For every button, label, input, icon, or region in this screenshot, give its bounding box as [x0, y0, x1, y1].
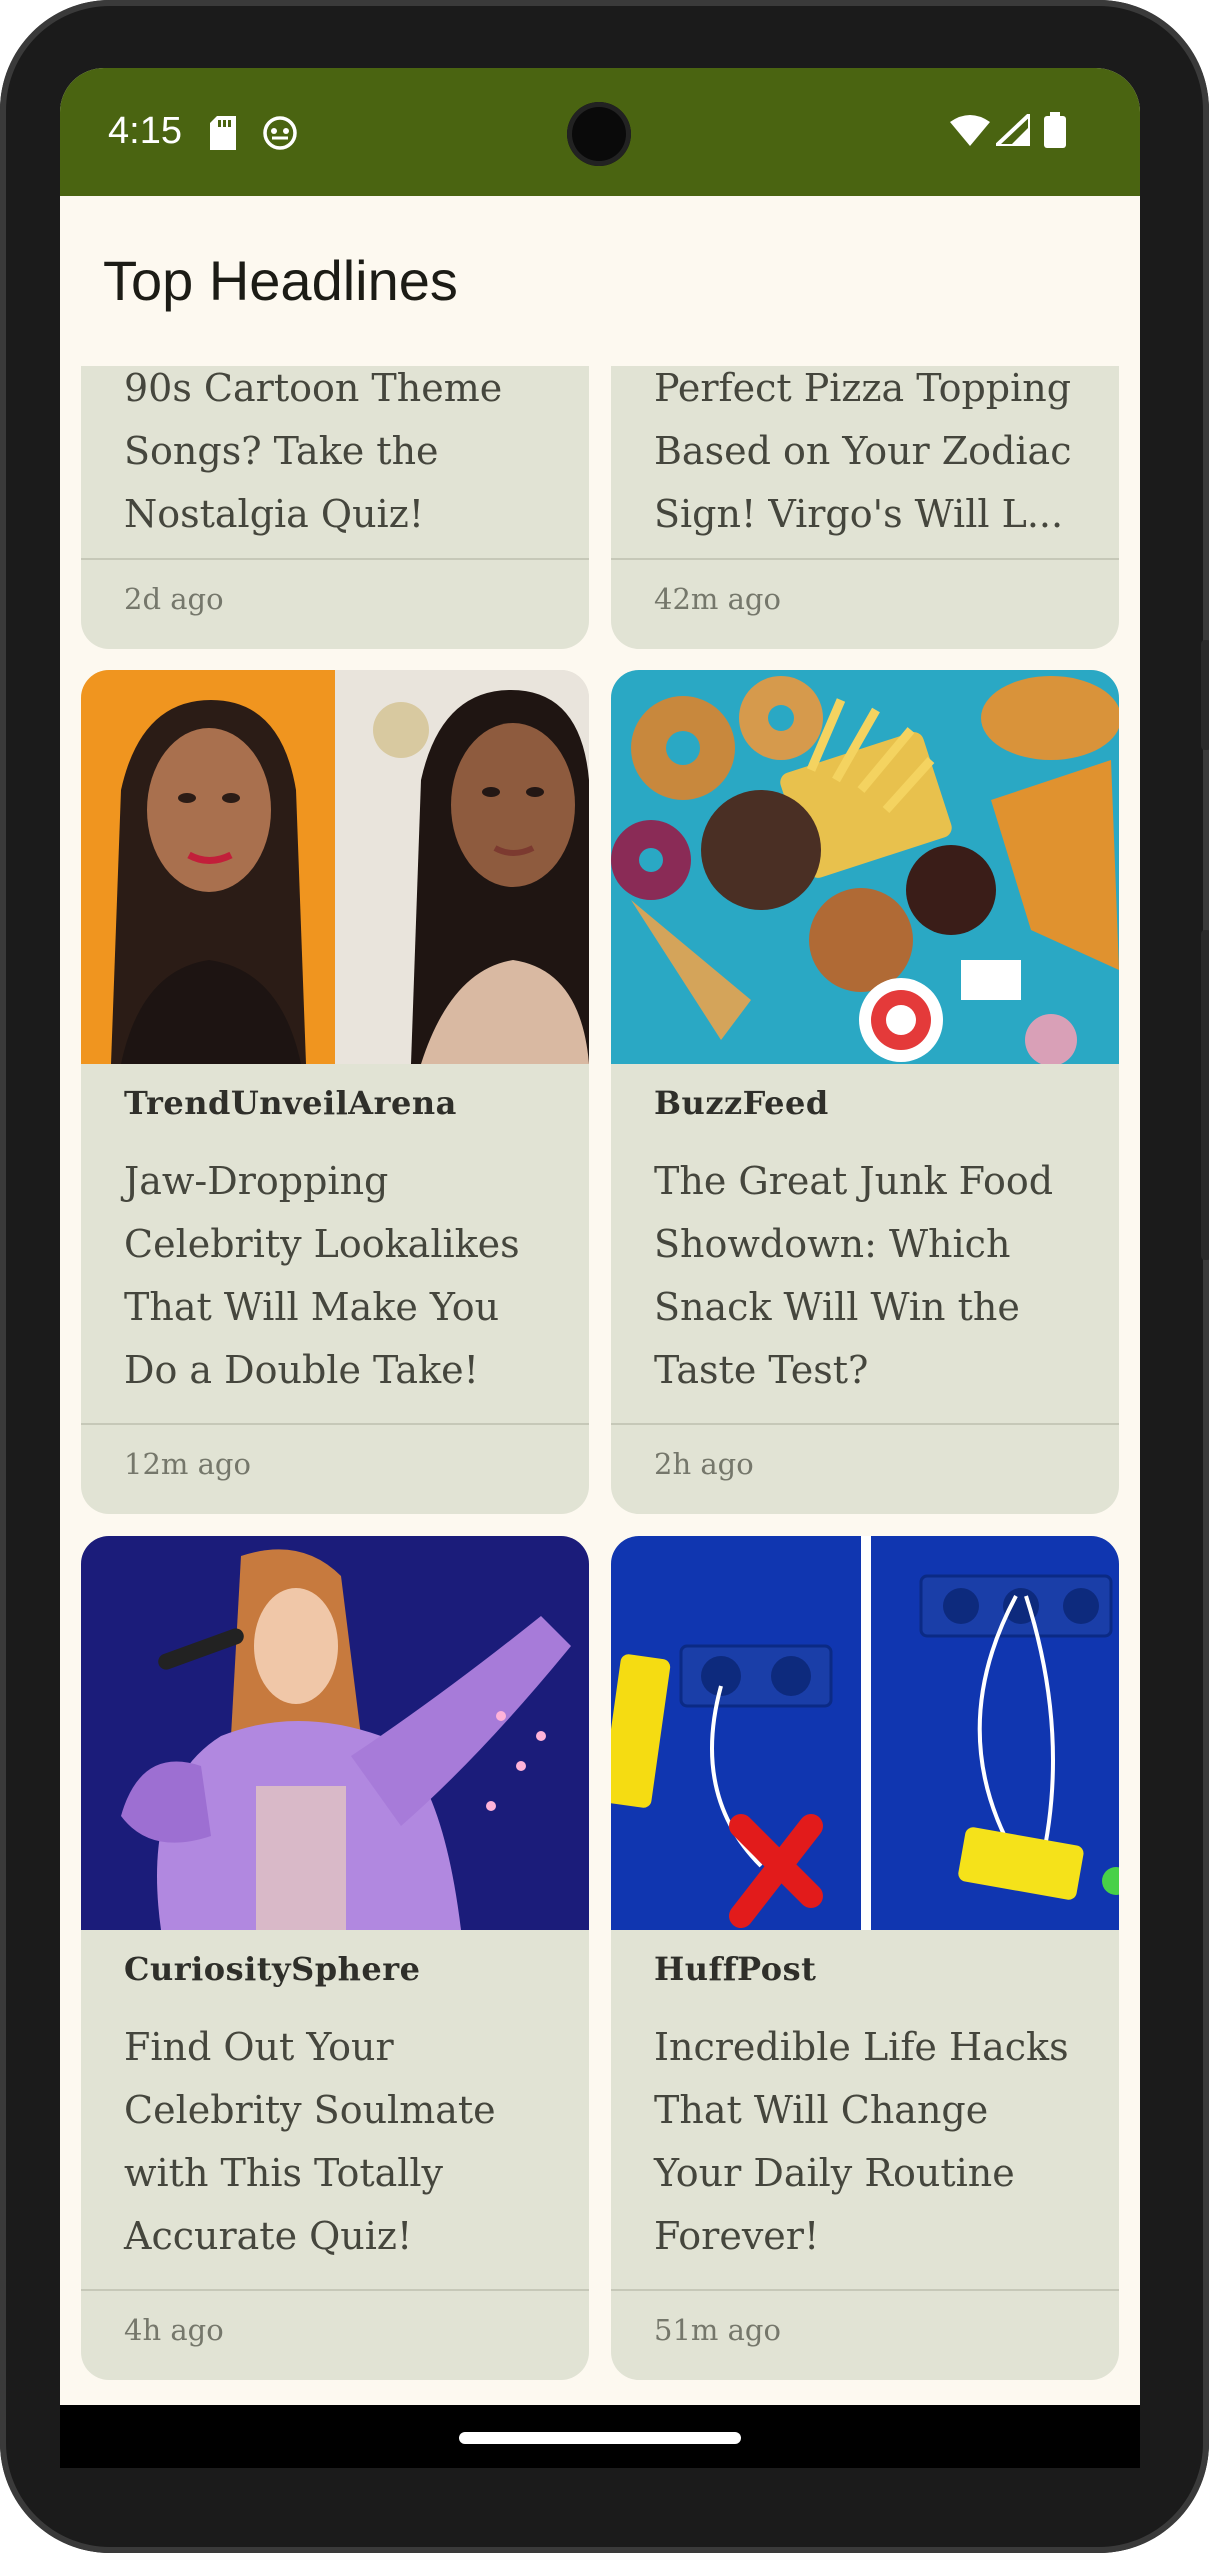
article-headline: The Great Junk Food Showdown: Which Snac… [654, 1159, 1054, 1392]
article-source: HuffPost [654, 1950, 817, 1988]
junk-food-spread-image [611, 670, 1119, 1064]
card-divider [81, 2289, 589, 2291]
article-headline: Perfect Pizza Topping Based on Your Zodi… [654, 366, 1072, 536]
article-headline: Jaw-Dropping Celebrity Lookalikes That W… [124, 1159, 520, 1392]
article-source: TrendUnveilArena [124, 1084, 457, 1122]
article-time: 2d ago [124, 582, 224, 616]
card-divider [81, 558, 589, 560]
article-headline: Find Out Your Celebrity Soulmate with Th… [124, 2025, 496, 2258]
card-divider [611, 1423, 1119, 1425]
article-time: 4h ago [124, 2313, 224, 2347]
status-bar: 4:15 [60, 68, 1140, 196]
article-time: 42m ago [654, 582, 781, 616]
article-card[interactable]: BuzzFeed The Great Junk Food Showdown: W… [611, 670, 1119, 1514]
home-handle[interactable] [459, 2432, 741, 2444]
article-card[interactable]: 90s Cartoon Theme Songs? Take the Nostal… [81, 366, 589, 649]
article-time: 12m ago [124, 1447, 251, 1481]
article-source: BuzzFeed [654, 1084, 829, 1122]
status-time: 4:15 [108, 110, 182, 152]
article-card[interactable]: CuriositySphere Find Out Your Celebrity … [81, 1536, 589, 2380]
volume-button [1201, 930, 1209, 1260]
wifi-icon [950, 114, 990, 150]
article-card[interactable]: Perfect Pizza Topping Based on Your Zodi… [611, 366, 1119, 649]
phone-charging-hack-image [611, 1536, 1119, 1930]
front-camera [567, 102, 631, 166]
sd-card-icon [210, 116, 236, 154]
two-celebrities-side-by-side-image [81, 670, 589, 1064]
singer-in-purple-fur-coat-image [81, 1536, 589, 1930]
card-divider [81, 1423, 589, 1425]
article-card[interactable]: HuffPost Incredible Life Hacks That Will… [611, 1536, 1119, 2380]
article-headline: 90s Cartoon Theme Songs? Take the Nostal… [124, 366, 503, 536]
gesture-nav-bar [60, 2405, 1140, 2468]
article-source: CuriositySphere [124, 1950, 421, 1988]
headlines-grid[interactable]: 90s Cartoon Theme Songs? Take the Nostal… [60, 366, 1140, 2405]
page-title: Top Headlines [103, 249, 458, 312]
screen: 4:15 Top Headlines 90s Cartoon Theme Son… [60, 68, 1140, 2468]
article-card[interactable]: TrendUnveilArena Jaw-Dropping Celebrity … [81, 670, 589, 1514]
phone-frame: 4:15 Top Headlines 90s Cartoon Theme Son… [0, 0, 1209, 2553]
android-debug-icon [263, 116, 297, 154]
battery-icon [1044, 112, 1066, 152]
cell-signal-icon [990, 109, 1032, 150]
card-divider [611, 558, 1119, 560]
power-button [1201, 640, 1209, 750]
article-time: 51m ago [654, 2313, 781, 2347]
card-divider [611, 2289, 1119, 2291]
article-headline: Incredible Life Hacks That Will Change Y… [654, 2025, 1069, 2258]
article-time: 2h ago [654, 1447, 754, 1481]
top-app-bar: Top Headlines [60, 196, 1140, 366]
